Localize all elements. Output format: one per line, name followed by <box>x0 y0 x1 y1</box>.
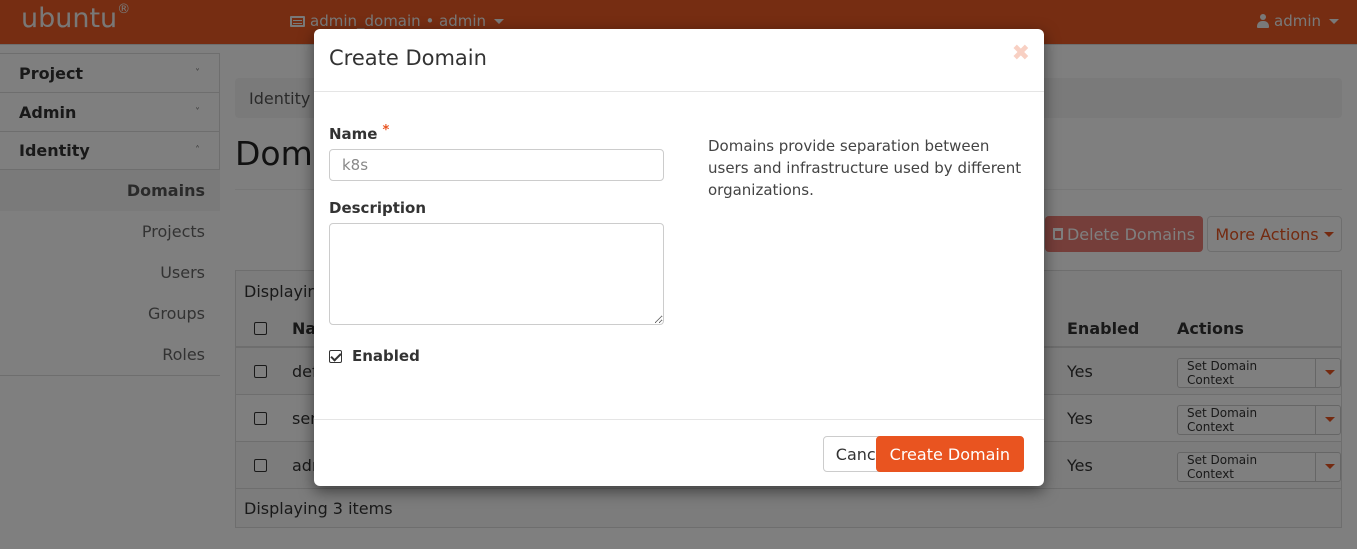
description-textarea[interactable] <box>329 223 664 325</box>
modal-title: Create Domain <box>329 46 487 70</box>
required-icon: * <box>382 123 390 138</box>
enabled-field: Enabled <box>329 347 1029 365</box>
close-icon[interactable]: ✖ <box>1012 41 1030 66</box>
help-text: Domains provide separation between users… <box>708 137 1022 199</box>
name-label-text: Name <box>329 125 378 143</box>
description-label: Description <box>329 199 427 217</box>
enabled-checkbox[interactable] <box>329 349 342 363</box>
modal-body: Name * Description Enabled Domains provid… <box>329 123 1029 365</box>
name-input[interactable] <box>329 149 664 181</box>
create-domain-button[interactable]: Create Domain <box>875 436 1024 472</box>
enabled-label[interactable]: Enabled <box>352 347 420 365</box>
create-domain-modal: Create Domain ✖ Name * Description Enable… <box>314 29 1044 486</box>
modal-footer: Cancel Create Domain <box>314 419 1044 486</box>
modal-header: Create Domain ✖ <box>314 29 1044 92</box>
